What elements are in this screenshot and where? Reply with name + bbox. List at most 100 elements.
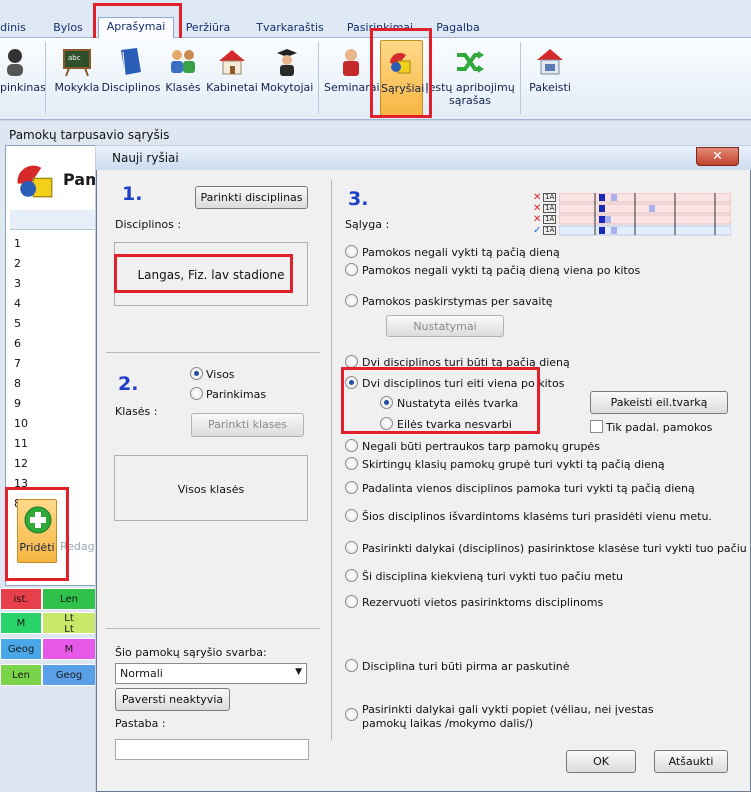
group-icon (171, 50, 195, 73)
row-number: 9 (14, 397, 21, 410)
row-number: 11 (14, 437, 28, 450)
condition-option: Ši disciplina kiekvieną turi vykti tuo p… (362, 570, 624, 583)
house-icon (219, 50, 245, 75)
condition-legend: ✕ ✕ ✕ ✓ 1A 1A 1A 1A (533, 192, 733, 243)
only-split-checkbox[interactable] (590, 420, 603, 433)
condition-radio[interactable] (345, 439, 358, 452)
row-number: 10 (14, 417, 28, 430)
note-label: Pastaba : (115, 717, 166, 730)
condition-option: Pasirinkti dalykai gali vykti popiet (vė… (362, 703, 654, 730)
grid-cell: M (0, 612, 42, 634)
ok-button[interactable]: OK (566, 750, 636, 773)
row-number: 6 (14, 337, 21, 350)
radio-classes-pick-label: Parinkimas (206, 388, 267, 401)
tab-pradinis[interactable]: dinis (0, 19, 26, 38)
ribbon-button-apribojimai[interactable]: Įestų apribojimų sąrašas (424, 40, 516, 116)
condition-option: Padalinta vienos disciplinos pamoka turi… (362, 482, 695, 495)
condition-radio[interactable] (345, 541, 358, 554)
condition-option: Pamokos negali vykti tą pačią dieną (362, 246, 560, 259)
divider (106, 628, 320, 629)
ribbon-button-disciplinos[interactable]: Disciplinos (101, 40, 161, 116)
row-number: 1 (14, 237, 21, 250)
condition-radio[interactable] (345, 569, 358, 582)
radio-classes-all[interactable] (190, 367, 203, 380)
legend-grid-icon (559, 193, 731, 236)
seminar-icon (343, 49, 359, 76)
weight-select[interactable]: Normali ▼ (115, 663, 307, 684)
book-icon (121, 48, 141, 76)
divider (106, 352, 320, 353)
row-number: 3 (14, 277, 21, 290)
condition-radio[interactable] (345, 294, 358, 307)
close-icon[interactable]: ✕ (696, 147, 739, 166)
tab-perziura[interactable]: Peržiūra (178, 19, 238, 38)
note-input[interactable] (115, 739, 309, 760)
weight-label: Šio pamokų sąryšio svarba: (115, 646, 267, 659)
change-order-button[interactable]: Pakeisti eil.tvarką (590, 391, 728, 414)
ribbon-button-klases[interactable]: Klasės (164, 40, 202, 116)
dialog-title: Nauji ryšiai (96, 146, 751, 170)
condition-option: Pamokos negali vykti tą pačią dieną vien… (362, 264, 641, 277)
condition-radio[interactable] (345, 457, 358, 470)
ribbon-separator (520, 42, 521, 114)
grid-cell: Len (42, 588, 96, 610)
ribbon-separator (318, 42, 319, 114)
row-number: 12 (14, 457, 28, 470)
section-number-3: 3. (348, 188, 369, 210)
classes-value: Visos klasės (177, 483, 245, 496)
section-number-1: 1. (122, 183, 143, 205)
row-number: 5 (14, 317, 21, 330)
grid-cell: M (42, 638, 96, 660)
grid-cell: Lt Lt (42, 612, 96, 635)
background-window-title: Pamokų tarpusavio sąryšis (9, 128, 170, 142)
ribbon-button-kabinetai[interactable]: Kabinetai (205, 40, 259, 116)
condition-option: Rezervuoti vietos pasirinktoms disciplin… (362, 596, 604, 609)
pick-disciplines-button[interactable]: Parinkti disciplinas (195, 186, 308, 209)
house-edit-icon (537, 49, 563, 75)
row-number: 8 (14, 377, 21, 390)
ribbon-button-mokytojai[interactable]: Mokytojai (259, 40, 315, 116)
svg-text:abc: abc (68, 54, 81, 62)
condition-radio[interactable] (345, 595, 358, 608)
highlight-disciplines (114, 254, 293, 293)
condition-radio[interactable] (345, 708, 358, 721)
radio-classes-pick[interactable] (190, 387, 203, 400)
classes-label: Klasės : (115, 405, 158, 418)
only-split-label: Tik padal. pamokos (606, 421, 713, 434)
list-header (10, 210, 96, 230)
tab-bylos[interactable]: Bylos (48, 19, 88, 38)
radio-classes-all-label: Visos (206, 368, 235, 381)
highlight-condition (341, 367, 540, 434)
teacher-icon (277, 49, 297, 76)
condition-radio[interactable] (345, 481, 358, 494)
shuffle-icon (457, 51, 484, 73)
tab-tvarkarastis[interactable]: Tvarkaraštis (252, 19, 328, 38)
grid-cell: Len (0, 664, 42, 686)
cancel-button[interactable]: Atšaukti (654, 750, 728, 773)
condition-option: Disciplina turi būti pirma ar paskutinė (362, 660, 570, 673)
ribbon-button-pinkinas[interactable]: pinkinas (0, 40, 46, 116)
ribbon-separator (45, 42, 46, 114)
condition-radio[interactable] (345, 659, 358, 672)
make-inactive-button[interactable]: Paversti neaktyvia (115, 688, 230, 711)
settings-button[interactable]: Nustatymai (386, 315, 504, 337)
ribbon-button-pakeisti[interactable]: Pakeisti (526, 40, 574, 116)
section-number-2: 2. (118, 373, 139, 395)
blackboard-icon: abc (63, 49, 91, 77)
condition-option: Skirtingų klasių pamokų grupė turi vykti… (362, 458, 665, 471)
grid-cell: Geog (0, 638, 42, 660)
pick-classes-button[interactable]: Parinkti klases (191, 413, 304, 437)
condition-option: Pasirinkti dalykai (disciplinos) pasirin… (362, 542, 751, 555)
grid-cell: Geog (42, 664, 96, 686)
condition-label: Sąlyga : (345, 218, 390, 231)
condition-radio[interactable] (345, 509, 358, 522)
condition-option: Negali būti pertraukos tarp pamokų grupė… (362, 440, 600, 453)
row-number: 4 (14, 297, 21, 310)
condition-radio[interactable] (345, 245, 358, 258)
condition-option: Šios disciplinos išvardintoms klasėms tu… (362, 510, 712, 523)
person-icon (7, 49, 23, 76)
tab-pagalba[interactable]: Pagalba (430, 19, 486, 38)
row-number: 2 (14, 257, 21, 270)
ribbon-button-mokykla[interactable]: abc Mokykla (54, 40, 100, 116)
condition-radio[interactable] (345, 263, 358, 276)
